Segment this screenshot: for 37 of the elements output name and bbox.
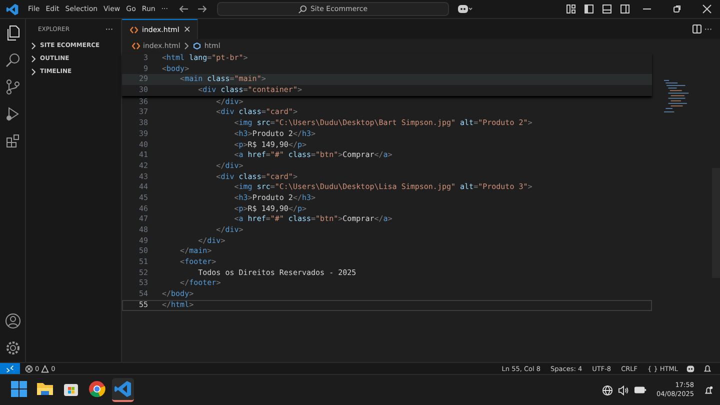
browser-icon	[87, 379, 107, 399]
notification-icon[interactable]	[703, 384, 714, 396]
split-editor-icon[interactable]	[692, 24, 702, 34]
source-control-icon[interactable]	[4, 79, 20, 95]
settings-icon[interactable]	[4, 340, 20, 356]
battery-icon[interactable]	[634, 385, 647, 395]
error-icon	[25, 364, 33, 372]
restore-icon[interactable]	[672, 4, 682, 14]
remote-button[interactable]	[0, 363, 20, 374]
bell-icon[interactable]	[703, 364, 712, 373]
files-icon[interactable]	[4, 25, 20, 41]
warning-icon	[41, 364, 50, 372]
html-file-icon	[130, 26, 138, 34]
more-actions-button[interactable]: ···	[105, 24, 113, 34]
account-icon[interactable]	[4, 313, 20, 329]
remote-icon	[6, 364, 14, 372]
search-icon[interactable]	[4, 52, 20, 68]
back-arrow-icon[interactable]	[179, 4, 190, 14]
secondary-sidebar-icon[interactable]	[620, 4, 630, 14]
forward-arrow-icon[interactable]	[197, 4, 208, 14]
panel-toggle-icon[interactable]	[602, 4, 612, 14]
search-icon	[298, 4, 308, 14]
network-icon[interactable]	[602, 384, 613, 396]
more-actions-button[interactable]: ···	[704, 24, 712, 34]
chevron-icon	[183, 42, 190, 50]
windows-logo-icon	[9, 379, 29, 399]
html-file-icon	[132, 42, 140, 50]
element-icon	[193, 42, 202, 50]
sidebar-toggle-icon[interactable]	[584, 4, 594, 14]
layout-icon[interactable]	[566, 4, 576, 14]
editor-logo-icon	[6, 2, 19, 16]
volume-icon[interactable]	[618, 384, 629, 396]
close-tab-button[interactable]: ×	[183, 24, 191, 34]
close-icon[interactable]	[702, 4, 712, 14]
code-editor-icon	[113, 379, 133, 399]
extensions-icon[interactable]	[4, 133, 20, 149]
run-debug-icon[interactable]	[4, 106, 20, 122]
